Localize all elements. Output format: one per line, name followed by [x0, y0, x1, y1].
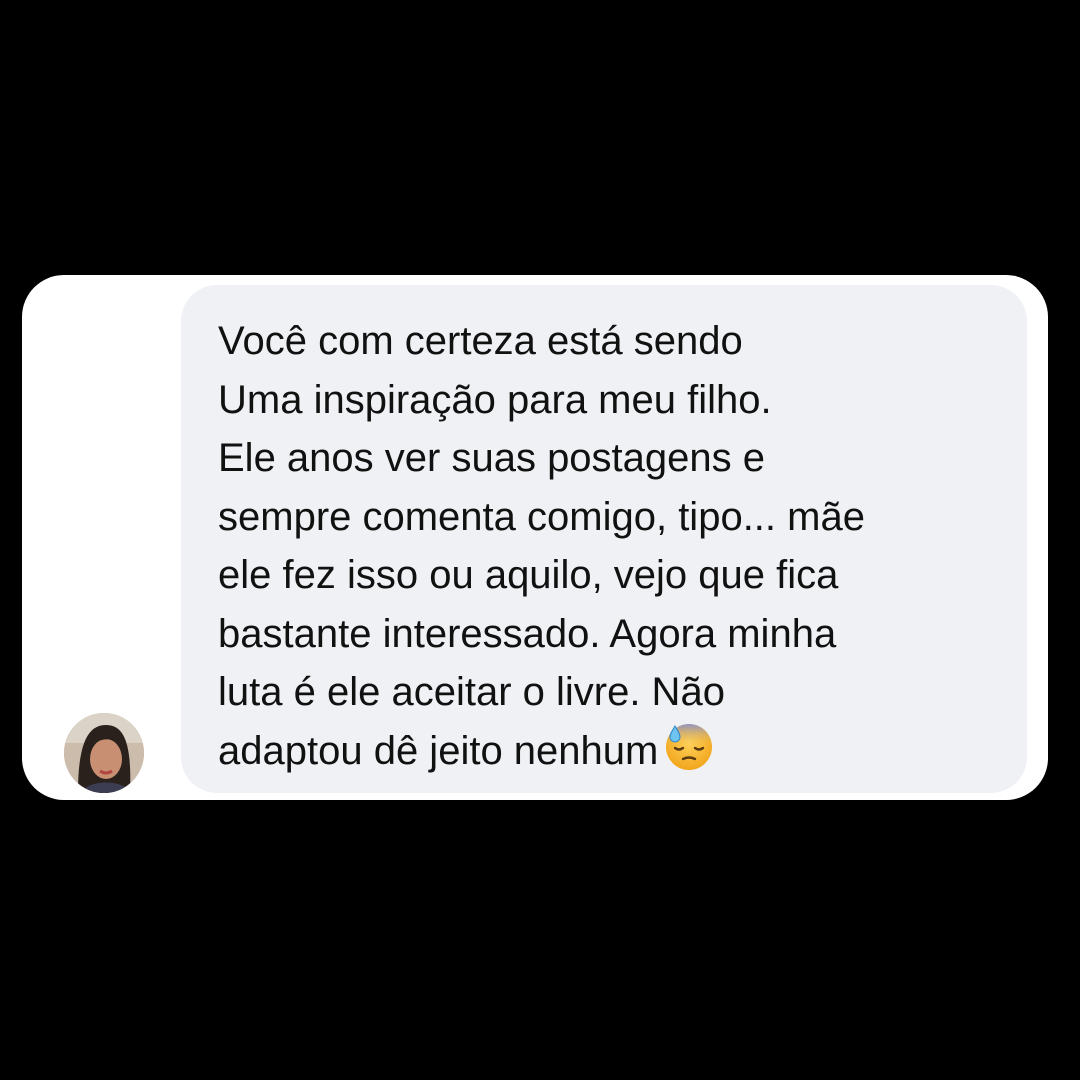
- message-line: Uma inspiração para meu filho.: [218, 377, 772, 422]
- message-line: ele fez isso ou aquilo, vejo que fica: [218, 553, 839, 597]
- message-line: bastante interessado. Agora minha: [218, 611, 837, 656]
- message-line: sempre comenta comigo, tipo... mãe: [218, 494, 865, 539]
- sender-avatar[interactable]: [64, 713, 144, 793]
- message-line-last: adaptou dê jeito nenhum: [218, 722, 1007, 789]
- message-card: Você com certeza está sendo Uma inspiraç…: [22, 275, 1048, 800]
- message-line: Você com certeza está sendo: [218, 319, 743, 363]
- message-line-text: adaptou dê jeito nenhum: [218, 728, 659, 773]
- message-line: luta é ele aceitar o livre. Não: [218, 670, 725, 714]
- message-line: Ele anos ver suas postagens e: [218, 436, 766, 480]
- screenshot-canvas: Você com certeza está sendo Uma inspiraç…: [0, 0, 1080, 1080]
- avatar-photo: [64, 713, 144, 793]
- message-bubble[interactable]: Você com certeza está sendo Uma inspiraç…: [181, 285, 1027, 793]
- downcast-face-with-sweat-icon: [664, 722, 714, 789]
